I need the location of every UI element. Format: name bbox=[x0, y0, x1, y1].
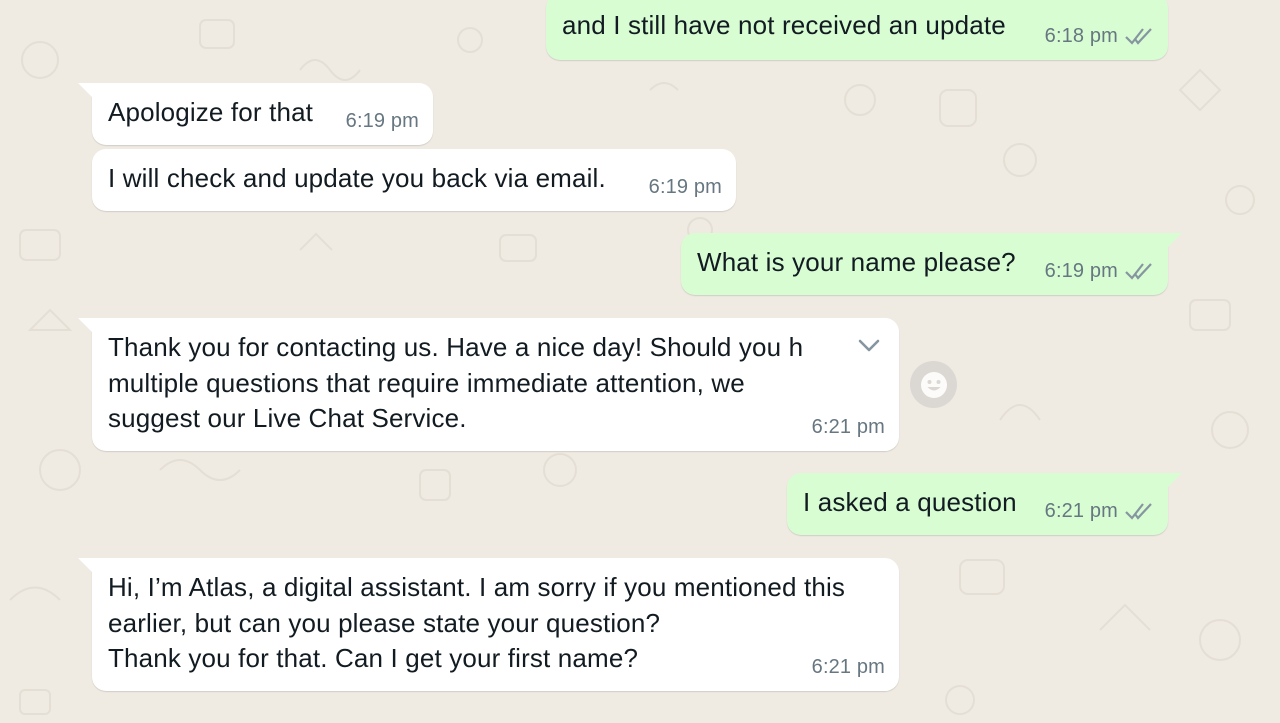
message-text: What is your name please? bbox=[697, 247, 1016, 277]
message-text: Apologize for that bbox=[108, 97, 314, 127]
message-line: multiple questions that require immediat… bbox=[108, 367, 745, 398]
double-check-icon bbox=[1125, 503, 1152, 520]
message-meta: 6:18 pm bbox=[1045, 19, 1154, 55]
message-meta: 6:21 pm bbox=[812, 650, 885, 686]
double-check-icon bbox=[1125, 28, 1152, 45]
message-time: 6:21 pm bbox=[811, 415, 885, 438]
double-check-icon bbox=[1125, 263, 1152, 280]
outgoing-message-bubble[interactable]: I asked a question 6:21 pm bbox=[787, 473, 1182, 535]
message-text: I asked a question bbox=[803, 487, 1017, 517]
outgoing-message-bubble[interactable]: What is your name please? 6:19 pm bbox=[681, 233, 1182, 295]
message-time: 6:19 pm bbox=[1044, 259, 1118, 282]
message-line: Thank you for that. Can I get your first… bbox=[108, 643, 639, 673]
message-text: Thank you for contacting us. Have a nice… bbox=[108, 330, 803, 437]
message-time: 6:19 pm bbox=[345, 109, 419, 132]
incoming-message-bubble[interactable]: Thank you for contacting us. Have a nice… bbox=[78, 318, 899, 451]
message-time: 6:21 pm bbox=[811, 655, 885, 678]
message-meta: 6:19 pm bbox=[649, 170, 722, 206]
message-line: Hi, I’m Atlas, a digital assistant. I am… bbox=[108, 572, 846, 602]
message-meta: 6:19 pm bbox=[346, 104, 419, 140]
chevron-down-icon[interactable] bbox=[857, 338, 881, 354]
message-line: earlier, but can you please state your q… bbox=[108, 607, 661, 638]
incoming-message-bubble[interactable]: Apologize for that 6:19 pm bbox=[78, 83, 433, 145]
message-meta: 6:21 pm bbox=[1045, 494, 1154, 530]
message-menu-fade bbox=[803, 318, 899, 376]
message-line: suggest our Live Chat Service. bbox=[108, 403, 467, 433]
incoming-message-bubble[interactable]: Hi, I’m Atlas, a digital assistant. I am… bbox=[78, 558, 899, 691]
message-meta: 6:21 pm bbox=[812, 410, 885, 446]
message-time: 6:19 pm bbox=[648, 175, 722, 198]
message-line: Thank you for contacting us. Have a nice… bbox=[108, 332, 804, 362]
incoming-message-bubble[interactable]: I will check and update you back via ema… bbox=[92, 149, 736, 211]
message-text: I will check and update you back via ema… bbox=[108, 163, 606, 193]
react-button[interactable] bbox=[910, 361, 957, 408]
message-text: and I still have not received an update bbox=[562, 10, 1006, 40]
message-time: 6:18 pm bbox=[1044, 24, 1118, 47]
message-time: 6:21 pm bbox=[1044, 499, 1118, 522]
message-meta: 6:19 pm bbox=[1045, 254, 1154, 290]
outgoing-message-bubble[interactable]: and I still have not received an update … bbox=[546, 0, 1168, 60]
message-text: Hi, I’m Atlas, a digital assistant. I am… bbox=[108, 570, 845, 677]
smiley-icon bbox=[920, 371, 947, 398]
